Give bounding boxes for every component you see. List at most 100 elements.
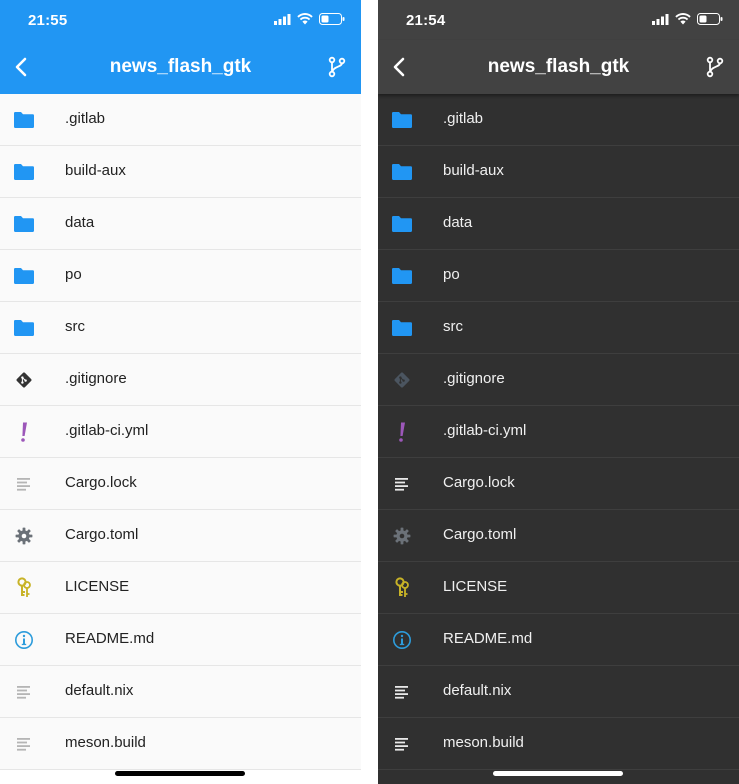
file-name: README.md [65, 630, 155, 647]
file-row[interactable]: LICENSE [378, 562, 739, 614]
file-name: build-aux [443, 162, 504, 179]
battery-icon [319, 13, 345, 25]
file-name: README.md [443, 630, 533, 647]
folder-icon [12, 316, 36, 340]
file-row[interactable]: data [378, 198, 739, 250]
page-title: news_flash_gtk [487, 56, 630, 77]
file-row[interactable]: .gitlab [378, 94, 739, 146]
file-row[interactable]: src [378, 302, 739, 354]
branch-icon[interactable] [703, 55, 727, 79]
folder-icon [12, 160, 36, 184]
file-row[interactable]: build-aux [378, 146, 739, 198]
exclamation-icon [390, 420, 414, 444]
signal-icon [652, 13, 669, 25]
folder-icon [390, 160, 414, 184]
file-name: po [443, 266, 460, 283]
file-name: default.nix [443, 682, 512, 699]
status-icons [652, 13, 723, 25]
file-name: Cargo.toml [443, 526, 517, 543]
file-name: meson.build [65, 734, 146, 751]
home-indicator[interactable] [115, 771, 245, 776]
text-file-icon [12, 472, 36, 496]
status-time: 21:54 [406, 12, 446, 29]
folder-icon [390, 108, 414, 132]
wifi-icon [675, 13, 691, 25]
status-bar: 21:54 [378, 0, 739, 40]
file-name: .gitlab-ci.yml [443, 422, 527, 439]
signal-icon [274, 13, 291, 25]
status-bar: 21:55 [0, 0, 361, 40]
branch-icon[interactable] [325, 55, 349, 79]
git-icon [12, 368, 36, 392]
folder-icon [390, 212, 414, 236]
file-row[interactable]: .gitlab [0, 94, 361, 146]
file-name: src [443, 318, 463, 335]
file-row[interactable]: po [0, 250, 361, 302]
app-bar: news_flash_gtk [378, 40, 739, 94]
file-row[interactable]: default.nix [0, 666, 361, 718]
text-file-icon [390, 732, 414, 756]
file-row[interactable]: Cargo.lock [378, 458, 739, 510]
file-row[interactable]: .gitlab-ci.yml [378, 406, 739, 458]
file-name: LICENSE [443, 578, 508, 595]
file-name: Cargo.lock [443, 474, 515, 491]
file-name: Cargo.toml [65, 526, 139, 543]
file-name: src [65, 318, 85, 335]
folder-icon [12, 108, 36, 132]
file-row[interactable]: Cargo.toml [378, 510, 739, 562]
page-title: news_flash_gtk [109, 56, 252, 77]
file-row[interactable]: po [378, 250, 739, 302]
file-row[interactable]: Cargo.lock [0, 458, 361, 510]
exclamation-icon [12, 420, 36, 444]
file-name: .gitlab-ci.yml [65, 422, 149, 439]
status-icons [274, 13, 345, 25]
file-name: build-aux [65, 162, 126, 179]
file-name: meson.build [443, 734, 524, 751]
file-name: default.nix [65, 682, 134, 699]
folder-icon [12, 212, 36, 236]
gear-icon [12, 524, 36, 548]
file-row[interactable]: .gitignore [0, 354, 361, 406]
file-name: data [443, 214, 473, 231]
file-name: .gitlab [443, 110, 484, 127]
file-row[interactable]: Cargo.toml [0, 510, 361, 562]
text-file-icon [12, 732, 36, 756]
app-bar: news_flash_gtk [0, 40, 361, 94]
file-row[interactable]: src [0, 302, 361, 354]
file-row[interactable]: data [0, 198, 361, 250]
folder-icon [390, 316, 414, 340]
git-icon [390, 368, 414, 392]
file-name: .gitignore [443, 370, 505, 387]
text-file-icon [390, 472, 414, 496]
text-file-icon [12, 680, 36, 704]
file-row[interactable]: build-aux [0, 146, 361, 198]
file-name: .gitlab [65, 110, 106, 127]
file-row[interactable]: meson.build [0, 718, 361, 770]
folder-icon [390, 264, 414, 288]
file-name: data [65, 214, 95, 231]
file-row[interactable]: meson.build [378, 718, 739, 770]
home-indicator[interactable] [493, 771, 623, 776]
info-icon [12, 628, 36, 652]
file-name: po [65, 266, 82, 283]
file-name: LICENSE [65, 578, 130, 595]
file-list: .gitlab build-aux data po src .gitignore .gitl… [378, 94, 739, 770]
text-file-icon [390, 680, 414, 704]
file-row[interactable]: README.md [378, 614, 739, 666]
wifi-icon [297, 13, 313, 25]
key-icon [390, 576, 414, 600]
status-time: 21:55 [28, 12, 68, 29]
row-divider [0, 769, 361, 770]
battery-icon [697, 13, 723, 25]
file-row[interactable]: README.md [0, 614, 361, 666]
file-row[interactable]: .gitlab-ci.yml [0, 406, 361, 458]
file-list: .gitlab build-aux data po src .gitignore .gitl… [0, 94, 361, 770]
key-icon [12, 576, 36, 600]
file-row[interactable]: default.nix [378, 666, 739, 718]
info-icon [390, 628, 414, 652]
file-row[interactable]: .gitignore [378, 354, 739, 406]
folder-icon [12, 264, 36, 288]
file-name: Cargo.lock [65, 474, 137, 491]
file-row[interactable]: LICENSE [0, 562, 361, 614]
dark-theme-screen: 21:54 news_flash_gtk .gitlab build-aux dat… [378, 0, 739, 784]
